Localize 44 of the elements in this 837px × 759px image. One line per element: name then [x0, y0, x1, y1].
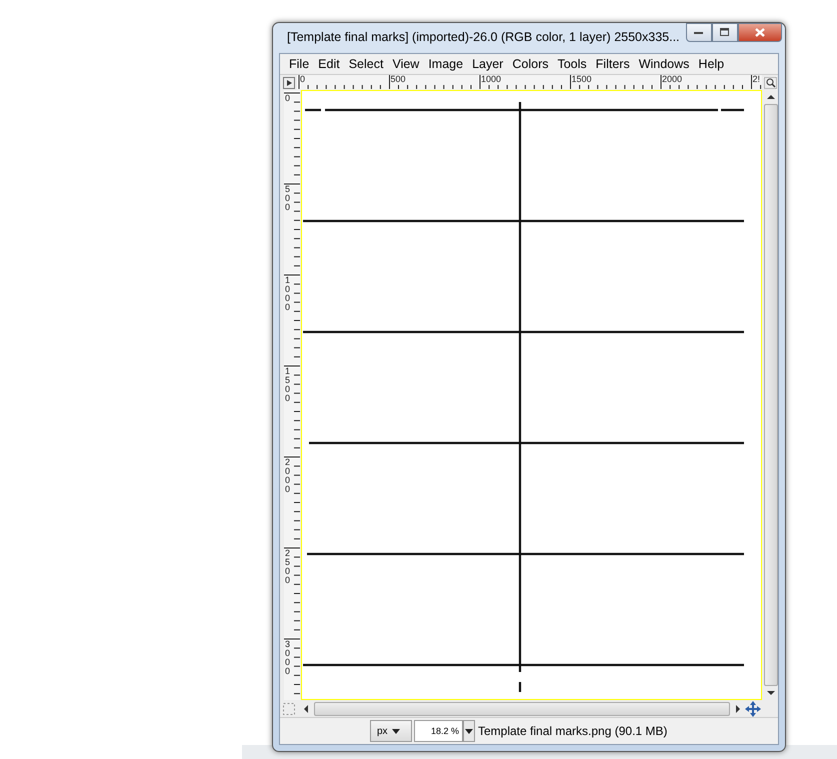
minimize-icon — [694, 30, 704, 34]
menu-item[interactable]: Help — [693, 57, 728, 71]
menu-item[interactable]: View — [387, 57, 424, 71]
ruler-label: 1500 — [285, 367, 291, 403]
ruler-label: 2000 — [285, 458, 291, 494]
up-arrow-icon[interactable] — [767, 94, 775, 100]
caret-icon — [392, 728, 400, 734]
minimize-button[interactable] — [686, 23, 712, 42]
menu-item[interactable]: Edit — [313, 57, 344, 71]
ruler-label: 1000 — [285, 276, 291, 312]
ruler-label: 2! — [752, 74, 760, 84]
menu-item[interactable]: Colors — [507, 57, 552, 71]
play-icon[interactable] — [283, 76, 295, 88]
left-arrow-icon[interactable] — [303, 704, 309, 712]
down-arrow-icon[interactable] — [767, 690, 775, 696]
menu-item[interactable]: Image — [423, 57, 468, 71]
ruler-label: 500 — [285, 185, 291, 212]
maximize-button[interactable] — [712, 23, 738, 42]
window-title: [Template final marks] (imported)-26.0 (RGB color, 1 layer) 2550x335... — [287, 30, 680, 44]
menu-item[interactable]: Tools — [552, 57, 591, 71]
ruler-label: 2500 — [285, 549, 291, 585]
ruler-label: 2000 — [662, 74, 682, 84]
ruler-label: 3000 — [285, 640, 291, 676]
menu-item[interactable]: Select — [344, 57, 388, 71]
caret-icon — [465, 728, 473, 734]
right-arrow-icon[interactable] — [735, 704, 741, 712]
unit-dropdown[interactable]: px — [370, 720, 412, 742]
close-icon — [754, 27, 766, 38]
ruler-label: 0 — [285, 94, 291, 103]
zoom-dropdown-button[interactable] — [463, 720, 475, 742]
menu-item[interactable]: Windows — [634, 57, 694, 71]
maximize-icon — [720, 28, 730, 37]
close-button[interactable] — [738, 23, 782, 42]
ruler-label: 0 — [300, 74, 306, 84]
ruler-label: 1500 — [572, 74, 592, 84]
move-icon[interactable] — [745, 700, 761, 716]
menu-item[interactable]: Layer — [467, 57, 508, 71]
ruler-label: 1000 — [481, 74, 502, 84]
zoom-field[interactable]: 18.2 % — [414, 720, 463, 742]
zoom-icon[interactable] — [764, 76, 778, 88]
menu-item[interactable]: Filters — [590, 57, 634, 71]
ruler-label: 500 — [390, 74, 406, 84]
file-info: Template final marks.png (90.1 MB) — [478, 724, 668, 738]
menu-item[interactable]: File — [284, 57, 314, 71]
